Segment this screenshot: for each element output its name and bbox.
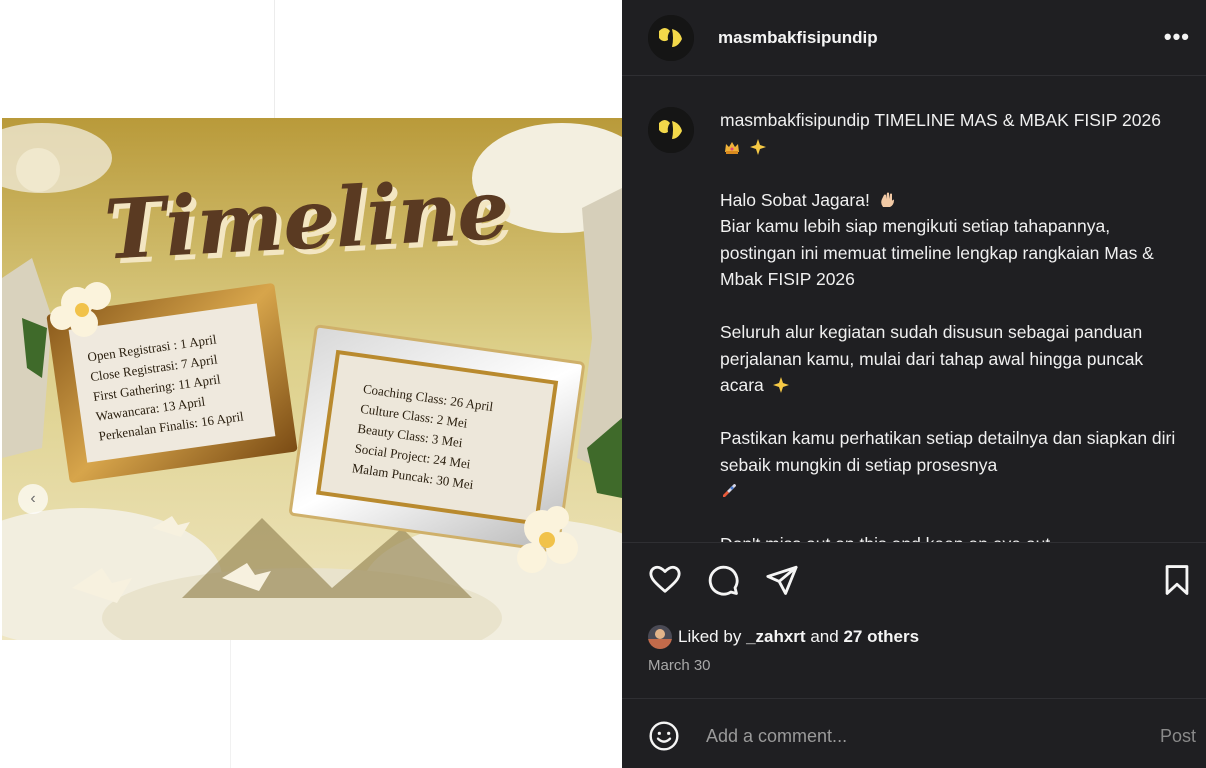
profile-logo-icon [648,15,694,61]
caption-text: Biar kamu lebih siap mengikuti setiap ta… [720,216,1154,289]
likes-prefix: Liked by [678,627,742,646]
post-caption: masmbakfisipundip TIMELINE MAS & MBAK FI… [720,107,1180,542]
sparkles-emoji-icon [772,377,789,393]
likes-others[interactable]: 27 others [843,627,919,647]
heart-icon [649,565,681,593]
liker-username[interactable]: _zahxrt [746,627,806,647]
comment-icon [708,565,739,596]
bookmark-icon [1165,565,1189,595]
share-button[interactable] [765,563,799,597]
caption-area: masmbakfisipundip TIMELINE MAS & MBAK FI… [622,77,1206,542]
post-date[interactable]: March 30 [648,657,711,674]
rocket-emoji-icon [723,484,736,497]
post-username[interactable]: masmbakfisipundip [718,28,878,48]
caption-username[interactable]: masmbakfisipundip [720,110,870,130]
paper-plane-icon [766,565,798,595]
avatar[interactable] [648,15,694,61]
likes-and: and [810,627,839,646]
like-button[interactable] [648,563,682,597]
likes-summary: Liked by _zahxrt and 27 others [648,625,919,649]
post-comment-button[interactable]: Post [1160,726,1196,747]
caption-text: TIMELINE MAS & MBAK FISIP 2026 [874,110,1161,130]
crown-emoji-icon [725,141,739,154]
smiley-icon [649,721,679,751]
previous-slide-button[interactable]: ‹ [18,484,48,514]
save-button[interactable] [1160,563,1194,597]
waving-hand-emoji-icon [880,192,894,207]
emoji-picker-button[interactable] [648,720,680,752]
sparkles-emoji-icon [749,138,766,155]
timeline-illustration: Timeline Timeline Open Registrasi : 1 Ap… [2,118,622,640]
post-header: masmbakfisipundip ••• [622,0,1206,76]
divider [274,0,275,118]
caption-text: Don't miss out on this and keep an eye o… [720,534,1050,542]
media-area: Timeline Timeline Open Registrasi : 1 Ap… [0,0,622,768]
comment-bar: Post [622,698,1206,768]
liker-avatar-icon [648,625,672,649]
instagram-post-view: Timeline Timeline Open Registrasi : 1 Ap… [0,0,1206,768]
comment-input[interactable] [706,721,1126,751]
caption-text: Halo Sobat Jagara! [720,189,870,210]
chevron-left-icon: ‹ [30,490,36,507]
more-options-button[interactable]: ••• [1164,24,1190,50]
avatar[interactable] [648,625,672,649]
post-actions: Liked by _zahxrt and 27 others March 30 [622,542,1206,698]
post-image[interactable]: Timeline Timeline Open Registrasi : 1 Ap… [2,118,622,640]
divider [230,640,231,768]
comment-button[interactable] [706,563,740,597]
avatar[interactable] [648,107,694,153]
profile-logo-icon [648,107,694,153]
caption-text: Pastikan kamu perhatikan setiap detailny… [720,428,1176,475]
post-details-panel: masmbakfisipundip ••• masmbakfisipundip … [622,0,1206,768]
